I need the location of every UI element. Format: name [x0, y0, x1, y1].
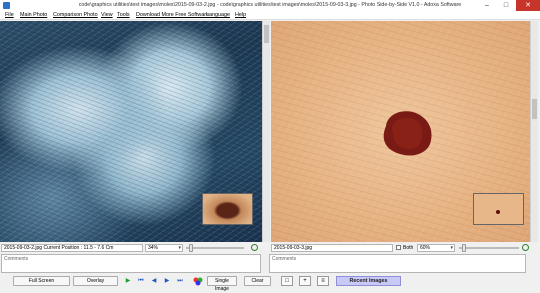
maximize-button[interactable]: □ — [497, 0, 515, 11]
main-photo-slider-track — [186, 247, 244, 249]
next-icon[interactable]: ▶ — [163, 277, 171, 285]
comparison-photo-info-field: 2015-09-03-3.jpg — [271, 244, 393, 252]
prev-icon[interactable]: ◀ — [150, 277, 158, 285]
main-photo-info-field: 2015-09-03-2.jpg Current Position : 11.5… — [1, 244, 143, 252]
comparison-photo-slider-track — [459, 247, 519, 249]
comparison-photo-zoom-value: 60% — [420, 245, 431, 251]
main-photo-comments[interactable]: Comments — [1, 254, 261, 273]
app-window: code\graphics utilities\test images\mole… — [0, 0, 540, 292]
right-vertical-scrollbar[interactable] — [530, 21, 538, 242]
menu-download-more-free-software[interactable]: Download More Free Software — [136, 12, 209, 18]
comparison-photo-zoom-slider[interactable] — [459, 244, 519, 252]
mole-image — [383, 111, 432, 156]
comparison-photo-zoom-select[interactable]: 60% ▾ — [417, 244, 455, 252]
overlay-button[interactable]: Overlay — [73, 276, 118, 286]
chevron-down-icon: ▾ — [450, 245, 453, 251]
left-vertical-scrollbar[interactable] — [262, 21, 270, 242]
right-scroll-thumb[interactable] — [532, 99, 537, 119]
window-title: code\graphics utilities\test images\mole… — [78, 2, 462, 8]
menu-comparison-photo[interactable]: Comparison Photo — [53, 12, 98, 18]
zoom-icon[interactable] — [522, 244, 529, 251]
lines-tool-icon[interactable]: ≡ — [317, 276, 329, 286]
first-icon[interactable]: ⏮ — [137, 277, 145, 285]
color-picker-icon[interactable] — [193, 277, 203, 286]
main-photo-zoom-select[interactable]: 34% ▾ — [145, 244, 183, 252]
recent-images-button[interactable]: Recent Images — [336, 276, 401, 286]
main-photo-zoom-value: 34% — [148, 245, 159, 251]
both-label: Both — [403, 245, 414, 251]
menu-bar: File Main Photo Comparison Photo View To… — [0, 11, 540, 20]
single-image-button[interactable]: Single Image — [207, 276, 237, 292]
menu-language[interactable]: Language — [206, 12, 230, 18]
minimize-button[interactable]: – — [478, 0, 496, 11]
title-bar: code\graphics utilities\test images\mole… — [0, 0, 540, 11]
zoom-icon[interactable] — [251, 244, 258, 251]
main-photo-slider-knob[interactable] — [189, 244, 193, 252]
mole-thumbnail-dot — [496, 210, 500, 214]
play-icon[interactable]: ▶ — [124, 277, 132, 285]
crosshair-tool-icon[interactable]: + — [299, 276, 311, 286]
comparison-photo-slider-knob[interactable] — [462, 244, 466, 252]
rectangle-tool-icon[interactable]: □ — [281, 276, 293, 286]
close-button[interactable]: ✕ — [516, 0, 540, 11]
chevron-down-icon: ▾ — [178, 245, 181, 251]
menu-view[interactable]: View — [101, 12, 113, 18]
comparison-photo-comments[interactable]: Comments — [269, 254, 526, 273]
main-photo-zoom-slider[interactable] — [186, 244, 244, 252]
menu-main-photo[interactable]: Main Photo — [20, 12, 47, 18]
comparison-photo-navigator-thumbnail[interactable] — [473, 193, 524, 225]
left-scroll-thumb[interactable] — [264, 25, 269, 43]
menu-file[interactable]: File — [5, 12, 14, 18]
menu-help[interactable]: Help — [235, 12, 246, 18]
full-screen-button[interactable]: Full Screen — [13, 276, 70, 286]
clear-button[interactable]: Clear — [244, 276, 271, 286]
main-photo-navigator-thumbnail[interactable] — [202, 193, 253, 225]
menu-tools[interactable]: Tools — [117, 12, 130, 18]
both-checkbox[interactable] — [396, 245, 401, 250]
last-icon[interactable]: ⏭ — [176, 277, 184, 285]
